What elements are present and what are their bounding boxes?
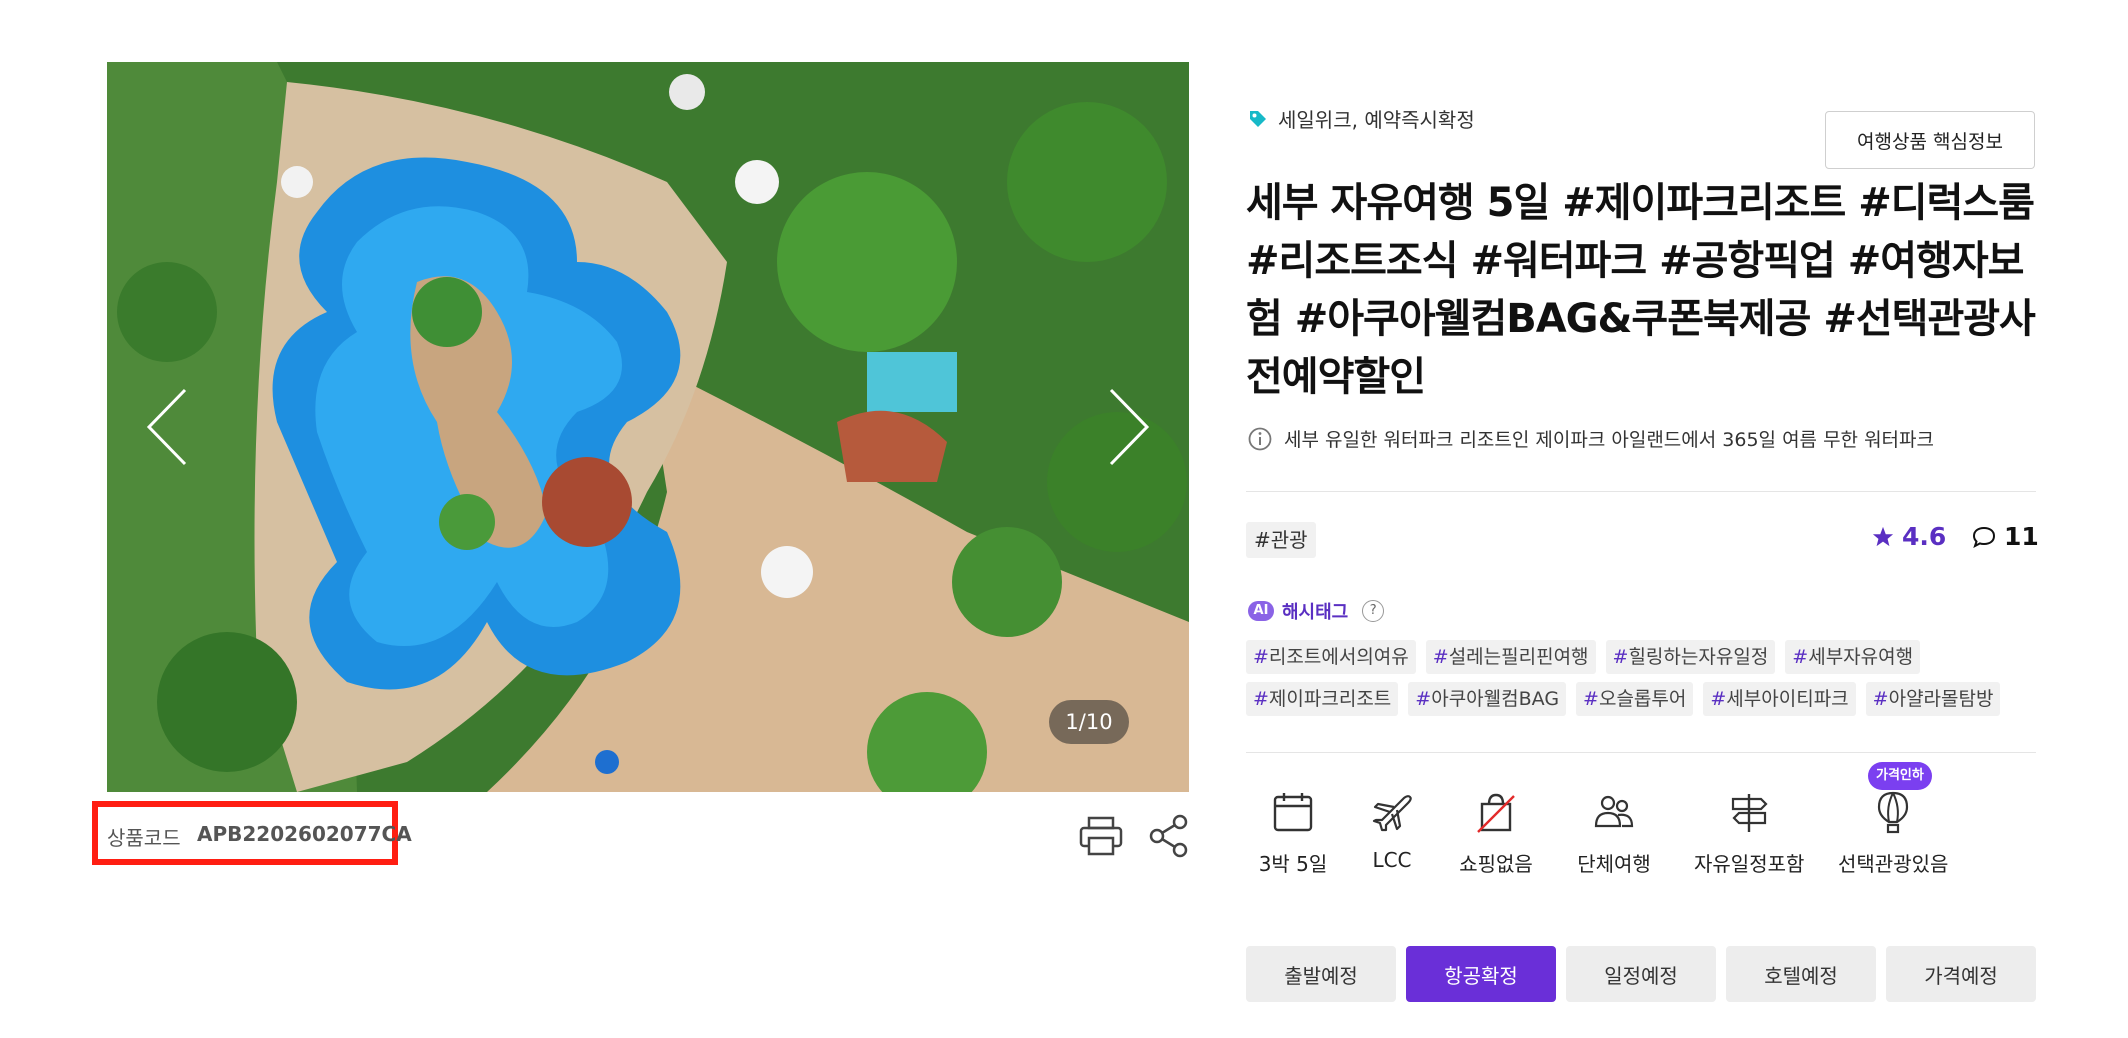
feature-item: LCC — [1360, 770, 1424, 872]
step-itinerary[interactable]: 일정예정 — [1566, 946, 1716, 1002]
tag-icon — [1250, 110, 1266, 127]
feature-label: 쇼핑없음 — [1459, 852, 1533, 876]
calendar-icon — [1273, 793, 1313, 832]
hashtag-chip[interactable]: #리조트에서의여유 — [1246, 640, 1416, 674]
ai-hashtag-header: AI 해시태그 ? — [1248, 598, 1385, 624]
price-down-badge: 가격인하 — [1868, 762, 1932, 790]
airplane-icon — [1372, 795, 1412, 832]
rating[interactable]: 4.6 — [1872, 522, 1946, 551]
image-counter: 1/10 — [1049, 700, 1129, 744]
hashtag-chip[interactable]: #아쿠아웰컴BAG — [1408, 682, 1567, 716]
share-icon[interactable] — [1148, 814, 1190, 858]
resort-pool-photo — [107, 62, 1189, 792]
feature-label: 자유일정포함 — [1694, 852, 1805, 876]
feature-label: 단체여행 — [1577, 852, 1651, 876]
balloon-icon — [1877, 791, 1909, 834]
step-flight[interactable]: 항공확정 — [1406, 946, 1556, 1002]
hashtag-chip[interactable]: #세부자유여행 — [1785, 640, 1921, 674]
hashtag-chip[interactable]: #세부아이티파크 — [1703, 682, 1856, 716]
ai-hashtag-label: 해시태그 — [1282, 602, 1349, 623]
product-subtitle: 세부 유일한 워터파크 리조트인 제이파크 아일랜드에서 365일 여름 무한 … — [1248, 425, 1934, 452]
product-image-gallery[interactable]: 1/10 — [107, 62, 1189, 792]
feature-item: 3박 5일 — [1246, 770, 1340, 877]
step-departure[interactable]: 출발예정 — [1246, 946, 1396, 1002]
signpost-icon — [1731, 794, 1768, 832]
sale-tag-text: 세일위크, 예약즉시확정 — [1278, 108, 1475, 132]
rating-value: 4.6 — [1902, 522, 1947, 551]
divider — [1246, 752, 2036, 753]
feature-item: 자유일정포함 — [1694, 770, 1804, 877]
star-icon — [1872, 526, 1894, 546]
no-shopping-icon — [1477, 793, 1515, 833]
feature-label: LCC — [1372, 848, 1412, 872]
review-count-value: 11 — [2004, 522, 2039, 551]
hashtag-list: #리조트에서의여유 #설레는필리핀여행 #힐링하는자유일정 #세부자유여행 #제… — [1246, 640, 2046, 716]
step-hotel[interactable]: 호텔예정 — [1726, 946, 1876, 1002]
hashtag-chip[interactable]: #오슬롭투어 — [1576, 682, 1694, 716]
ai-badge: AI — [1248, 601, 1274, 621]
prev-image-button[interactable] — [127, 382, 217, 472]
feature-item: 단체여행 — [1576, 770, 1652, 877]
hashtag-chip[interactable]: #제이파크리조트 — [1246, 682, 1399, 716]
sale-tag-line: 세일위크, 예약즉시확정 — [1248, 104, 1475, 133]
product-code-value: APB2202602077CA — [197, 822, 412, 846]
printer-icon[interactable] — [1079, 816, 1123, 856]
group-icon — [1594, 795, 1634, 828]
info-icon — [1248, 427, 1272, 450]
next-image-button[interactable] — [1079, 382, 1169, 472]
product-title: 세부 자유여행 5일 #제이파크리조트 #디럭스룸 #리조트조식 #워터파크 #… — [1246, 180, 2036, 400]
divider — [1246, 491, 2036, 492]
step-price[interactable]: 가격예정 — [1886, 946, 2036, 1002]
subtitle-text: 세부 유일한 워터파크 리조트인 제이파크 아일랜드에서 365일 여름 무한 … — [1284, 429, 1934, 451]
feature-label: 선택관광있음 — [1838, 852, 1949, 876]
product-code-label: 상품코드 — [107, 826, 181, 850]
comment-icon — [1972, 526, 1996, 548]
feature-label: 3박 5일 — [1258, 852, 1328, 876]
category-chip[interactable]: #관광 — [1246, 522, 1316, 558]
review-count[interactable]: 11 — [1972, 522, 2039, 551]
booking-status-steps: 출발예정 항공확정 일정예정 호텔예정 가격예정 — [1246, 946, 2036, 1002]
help-icon[interactable]: ? — [1362, 600, 1385, 622]
hashtag-chip[interactable]: #힐링하는자유일정 — [1605, 640, 1776, 674]
feature-item: 쇼핑없음 — [1458, 770, 1534, 877]
hashtag-chip[interactable]: #아얄라몰탐방 — [1865, 682, 2001, 716]
core-info-button[interactable]: 여행상품 핵심정보 — [1825, 111, 2035, 169]
hashtag-chip[interactable]: #설레는필리핀여행 — [1425, 640, 1596, 674]
